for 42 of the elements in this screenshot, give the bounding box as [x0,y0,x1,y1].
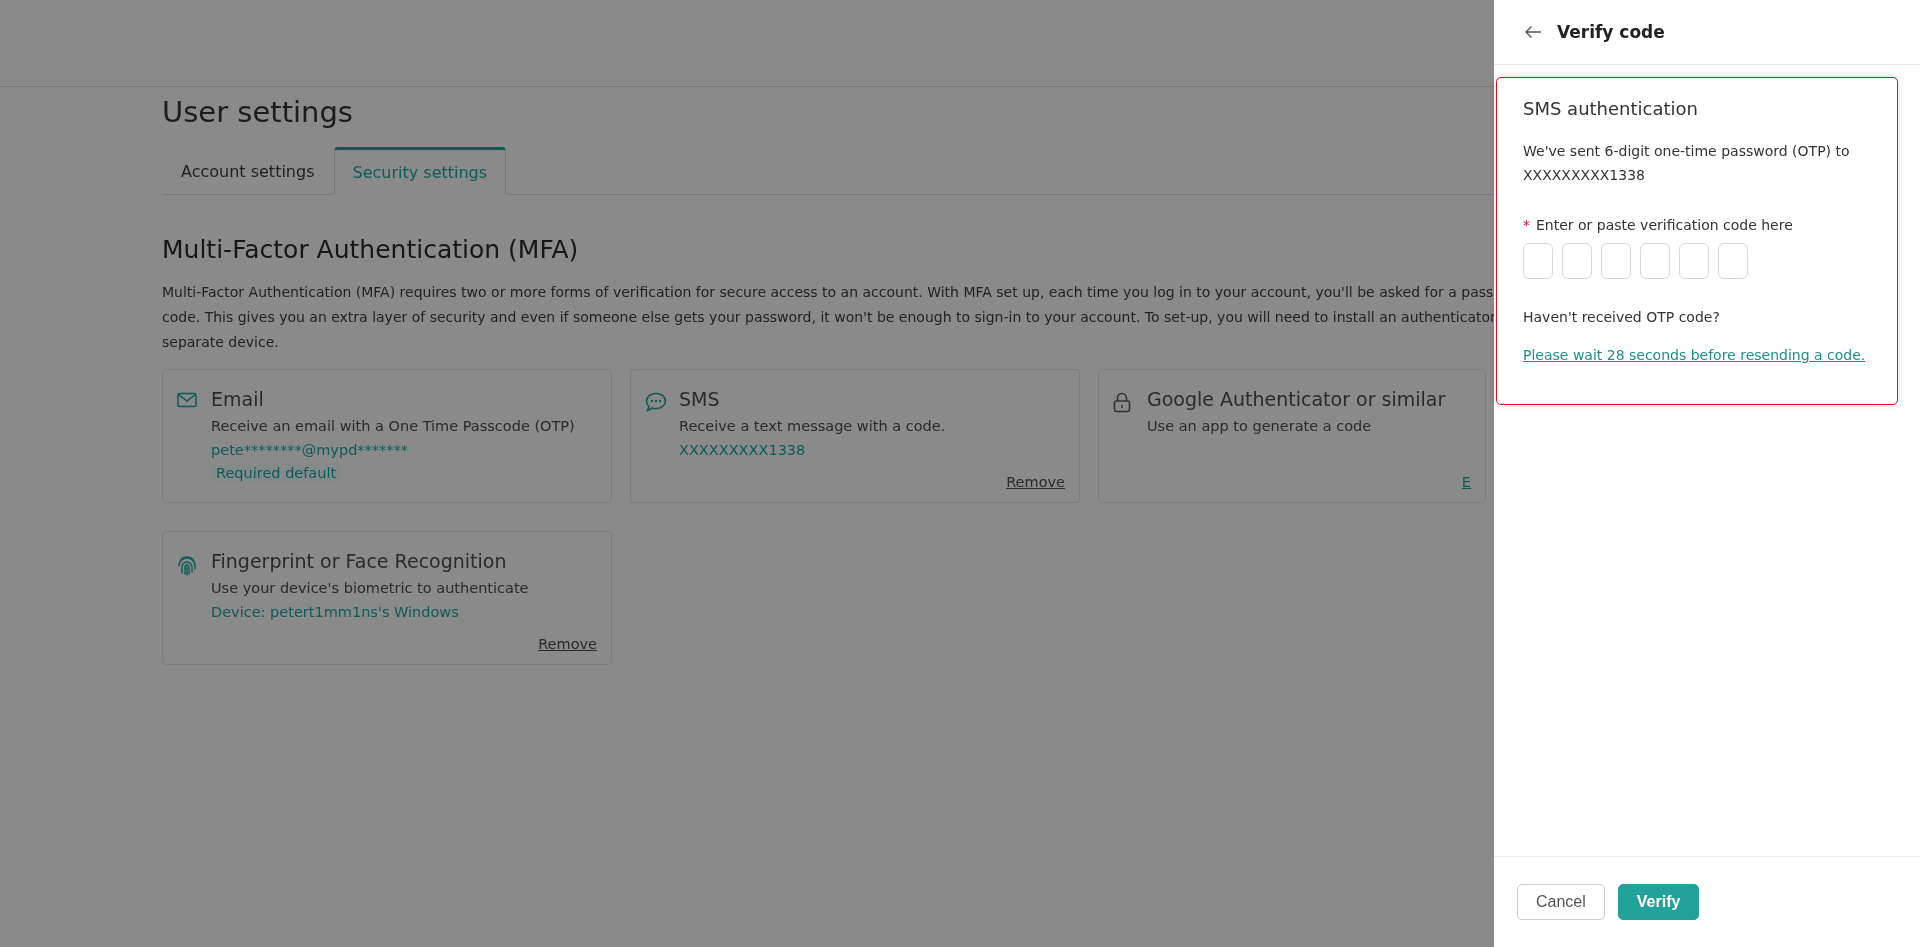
method-detail: XXXXXXXXX1338 [679,441,806,460]
back-arrow-icon[interactable] [1524,25,1542,39]
section-heading: Multi-Factor Authentication (MFA) [162,235,579,264]
action-link[interactable]: Remove [1006,474,1065,490]
sent-message: We've sent 6-digit one-time password (OTP) to XXXXXXXXX1338 [1523,142,1851,185]
method-title: Email [211,388,264,410]
tab[interactable]: Security settings [333,147,507,195]
description-text: code. This gives you an extra layer of security and even if someone else gets your password, it won't be enough to sign-in to your account. To set-up, you will need to install an authenticator [162,308,1496,327]
action-link[interactable]: E [1461,474,1471,490]
method-description: Use an app to generate a code [1147,417,1372,436]
method-detail: pete********@mypd******* [211,441,409,460]
tab[interactable]: Account settings [162,147,334,194]
method-title: Google Authenticator or similar [1147,388,1446,410]
fingerprint-icon [177,554,197,576]
action-link[interactable]: Remove [538,636,597,652]
default-badge: Required default [211,464,342,482]
cancel-button[interactable]: Cancel [1517,884,1605,920]
envelope-icon [177,392,197,408]
code-digit-field[interactable] [1562,243,1592,279]
chat-bubble-icon [645,392,667,412]
resend-link[interactable]: Please wait 28 seconds before resending a code. [1523,347,1866,363]
method-description: Receive a text message with a code. [679,417,946,436]
code-digit-field[interactable] [1523,243,1553,279]
method-title: SMS [679,388,720,410]
card-title: SMS authentication [1523,98,1699,119]
verify-button[interactable]: Verify [1617,884,1700,920]
method-description: Use your device's biometric to authenticate [211,579,529,598]
method-description: Receive an email with a One Time Passcode (OTP) [211,417,575,436]
field-label: Enter or paste verification code here [1536,217,1793,233]
code-digit-field[interactable] [1718,243,1748,279]
required-mark: * [1523,217,1530,233]
method-title: Fingerprint or Face Recognition [211,550,507,572]
padlock-icon [1113,392,1131,413]
description-text: separate device. [162,333,279,352]
code-digit-field[interactable] [1640,243,1670,279]
resend-question: Haven't received OTP code? [1523,309,1721,325]
code-digit-field[interactable] [1601,243,1631,279]
method-detail: Device: petert1mm1ns's Windows [211,603,459,622]
description-text: Multi-Factor Authentication (MFA) requires two or more forms of verification for secure access to an account. With MFA set up, each time you log in to your account, you'll be asked for a pass [162,283,1494,302]
code-digit-field[interactable] [1679,243,1709,279]
page-title: User settings [162,95,353,131]
drawer-title: Verify code [1557,22,1665,42]
